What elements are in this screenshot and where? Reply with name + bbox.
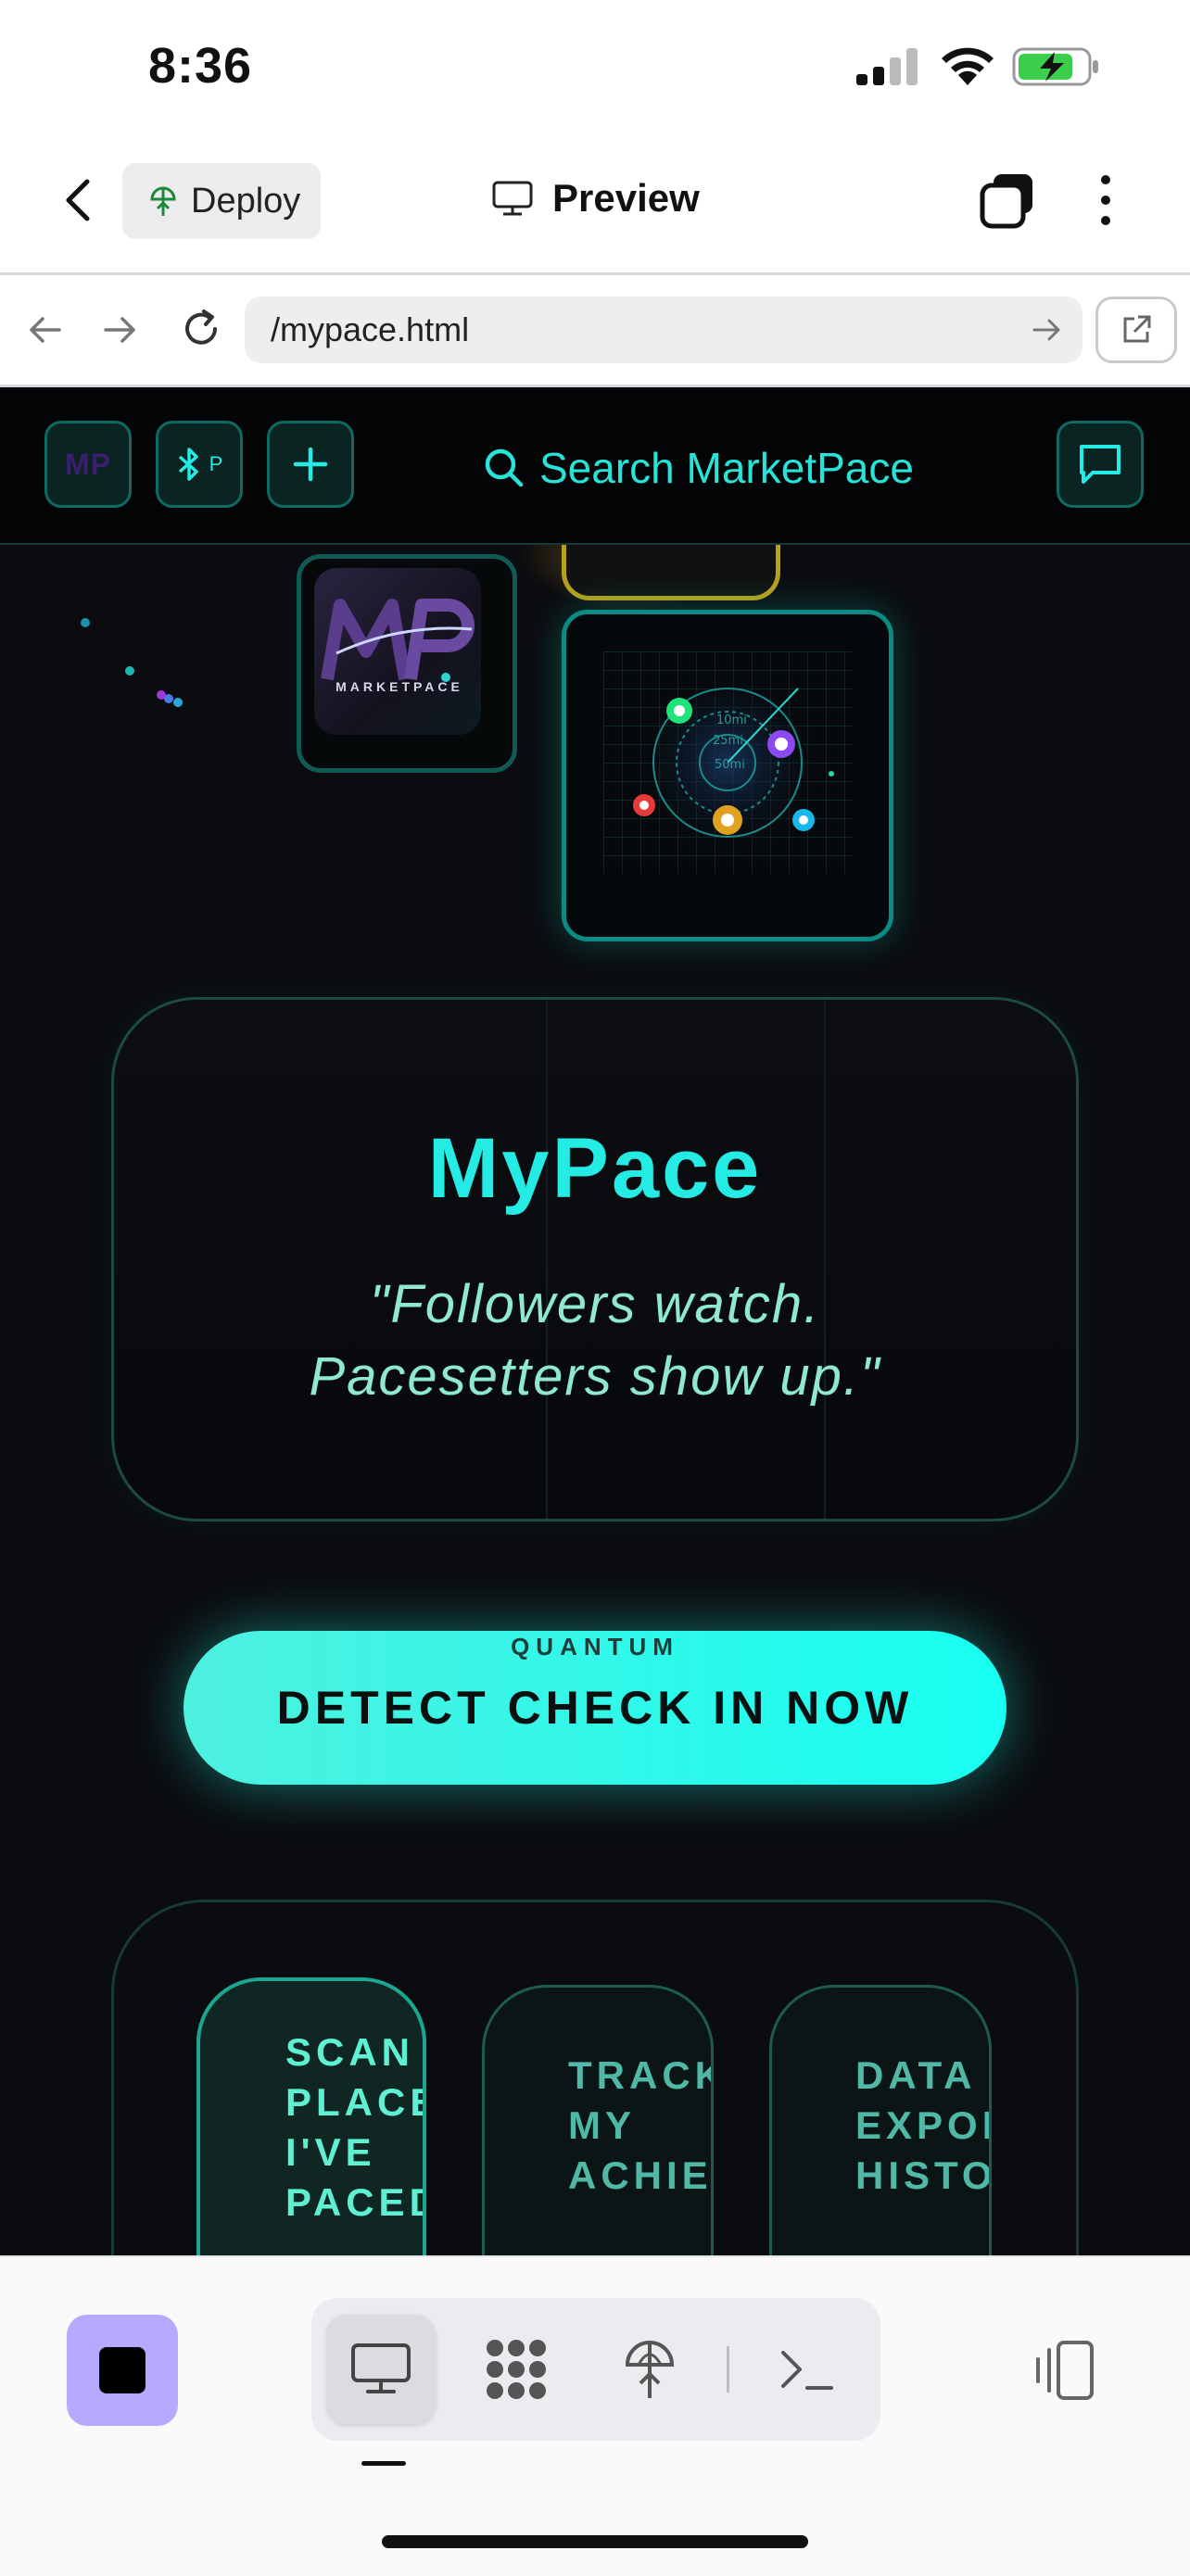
site-header: MP P Search MarketPace	[0, 387, 1190, 545]
marketpace-wordmark: MARKETPACE	[335, 679, 463, 694]
data-export-label: DATA EXPOR HISTO	[855, 2053, 992, 2197]
data-export-button[interactable]: DATA EXPOR HISTO	[769, 1985, 992, 2255]
add-button[interactable]	[267, 421, 354, 508]
terminal-view-button[interactable]	[753, 2315, 862, 2424]
hero-quote-line-1: "Followers watch.	[369, 1274, 821, 1334]
hero-title: MyPace	[427, 1121, 763, 1216]
track-achievements-button[interactable]: TRACK MY ACHIEV	[482, 1985, 714, 2255]
apps-view-button[interactable]	[462, 2315, 571, 2424]
hero-divider	[824, 1000, 826, 1519]
radar-map-card[interactable]: 10mi 25mi 50mi	[562, 610, 893, 941]
plus-icon	[293, 447, 328, 482]
apps-grid-icon	[487, 2340, 546, 2399]
web-content: MARKETPACE 10mi 25mi 50mi MP P Search Ma…	[0, 387, 1190, 2255]
home-indicator	[382, 2535, 808, 2548]
radar-label-50: 50mi	[715, 758, 745, 772]
cellular-signal-icon	[856, 48, 918, 85]
radar-label-10: 10mi	[716, 713, 747, 727]
back-button[interactable]	[54, 174, 106, 226]
desktop-view-button[interactable]	[326, 2315, 436, 2424]
go-arrow-icon[interactable]	[1031, 315, 1064, 345]
scan-places-label: SCAN PLACE I'VE PACED	[285, 2030, 426, 2224]
detect-check-in-button[interactable]: QUANTUM DETECT CHECK IN NOW	[184, 1631, 1006, 1785]
marketpace-home-button[interactable]: MP	[44, 421, 132, 508]
particles-decoration	[81, 618, 183, 707]
active-view-indicator	[361, 2461, 406, 2466]
wifi-icon	[942, 47, 994, 85]
more-options-button[interactable]	[1092, 170, 1120, 230]
deploy-button[interactable]: Deploy	[122, 163, 321, 239]
chat-button[interactable]	[1057, 421, 1144, 508]
bluetooth-button[interactable]: P	[156, 421, 243, 508]
stop-button[interactable]	[67, 2315, 178, 2426]
desktop-icon	[492, 181, 533, 216]
browser-forward-button[interactable]	[100, 309, 141, 350]
mp-logo-icon	[321, 599, 475, 682]
preview-label: Preview	[552, 176, 700, 220]
deploy-view-button[interactable]	[595, 2315, 704, 2424]
marketpace-logo-card[interactable]: MARKETPACE	[297, 554, 517, 773]
external-link-icon	[1123, 315, 1151, 343]
track-achievements-label: TRACK MY ACHIEV	[568, 2053, 714, 2197]
hero-quote-line-2: Pacesetters show up."	[309, 1346, 881, 1407]
preview-title: Preview	[491, 176, 700, 221]
search-placeholder: Search MarketPace	[539, 444, 914, 492]
open-external-button[interactable]	[1095, 297, 1177, 363]
cta-kicker: QUANTUM	[511, 1633, 679, 1661]
terminal-icon	[781, 2351, 833, 2390]
deploy-icon	[150, 186, 176, 216]
radar-label-25: 25mi	[713, 734, 743, 748]
search-icon	[485, 448, 524, 487]
desktop-icon	[351, 2343, 411, 2393]
cta-label: DETECT CHECK IN NOW	[276, 1682, 914, 1734]
reload-button[interactable]	[178, 306, 224, 352]
scan-places-button[interactable]: SCAN PLACE I'VE PACED	[196, 1977, 426, 2255]
status-time: 8:36	[148, 38, 253, 94]
switcher-divider	[727, 2346, 729, 2393]
radar-map-icon: 10mi 25mi 50mi	[603, 651, 852, 874]
url-field[interactable]: /mypace.html	[245, 297, 1082, 363]
hero-card: MyPace "Followers watch. Pacesetters sho…	[111, 997, 1079, 1522]
site-search[interactable]: Search MarketPace	[482, 443, 914, 493]
split-view-button[interactable]	[1027, 2335, 1101, 2406]
hero-divider	[546, 1000, 548, 1519]
stop-icon	[99, 2347, 146, 2393]
mp-logo-text: MP	[65, 447, 111, 481]
tabs-button[interactable]	[979, 170, 1038, 230]
deploy-label: Deploy	[191, 181, 301, 221]
deploy-icon	[625, 2341, 675, 2398]
battery-charging-icon	[1012, 47, 1098, 86]
hero-quote: "Followers watch. Pacesetters show up."	[114, 1269, 1076, 1413]
browser-back-button[interactable]	[24, 309, 65, 350]
bluetooth-label: P	[209, 452, 223, 475]
chat-icon	[1080, 445, 1120, 484]
bluetooth-icon	[178, 448, 198, 481]
